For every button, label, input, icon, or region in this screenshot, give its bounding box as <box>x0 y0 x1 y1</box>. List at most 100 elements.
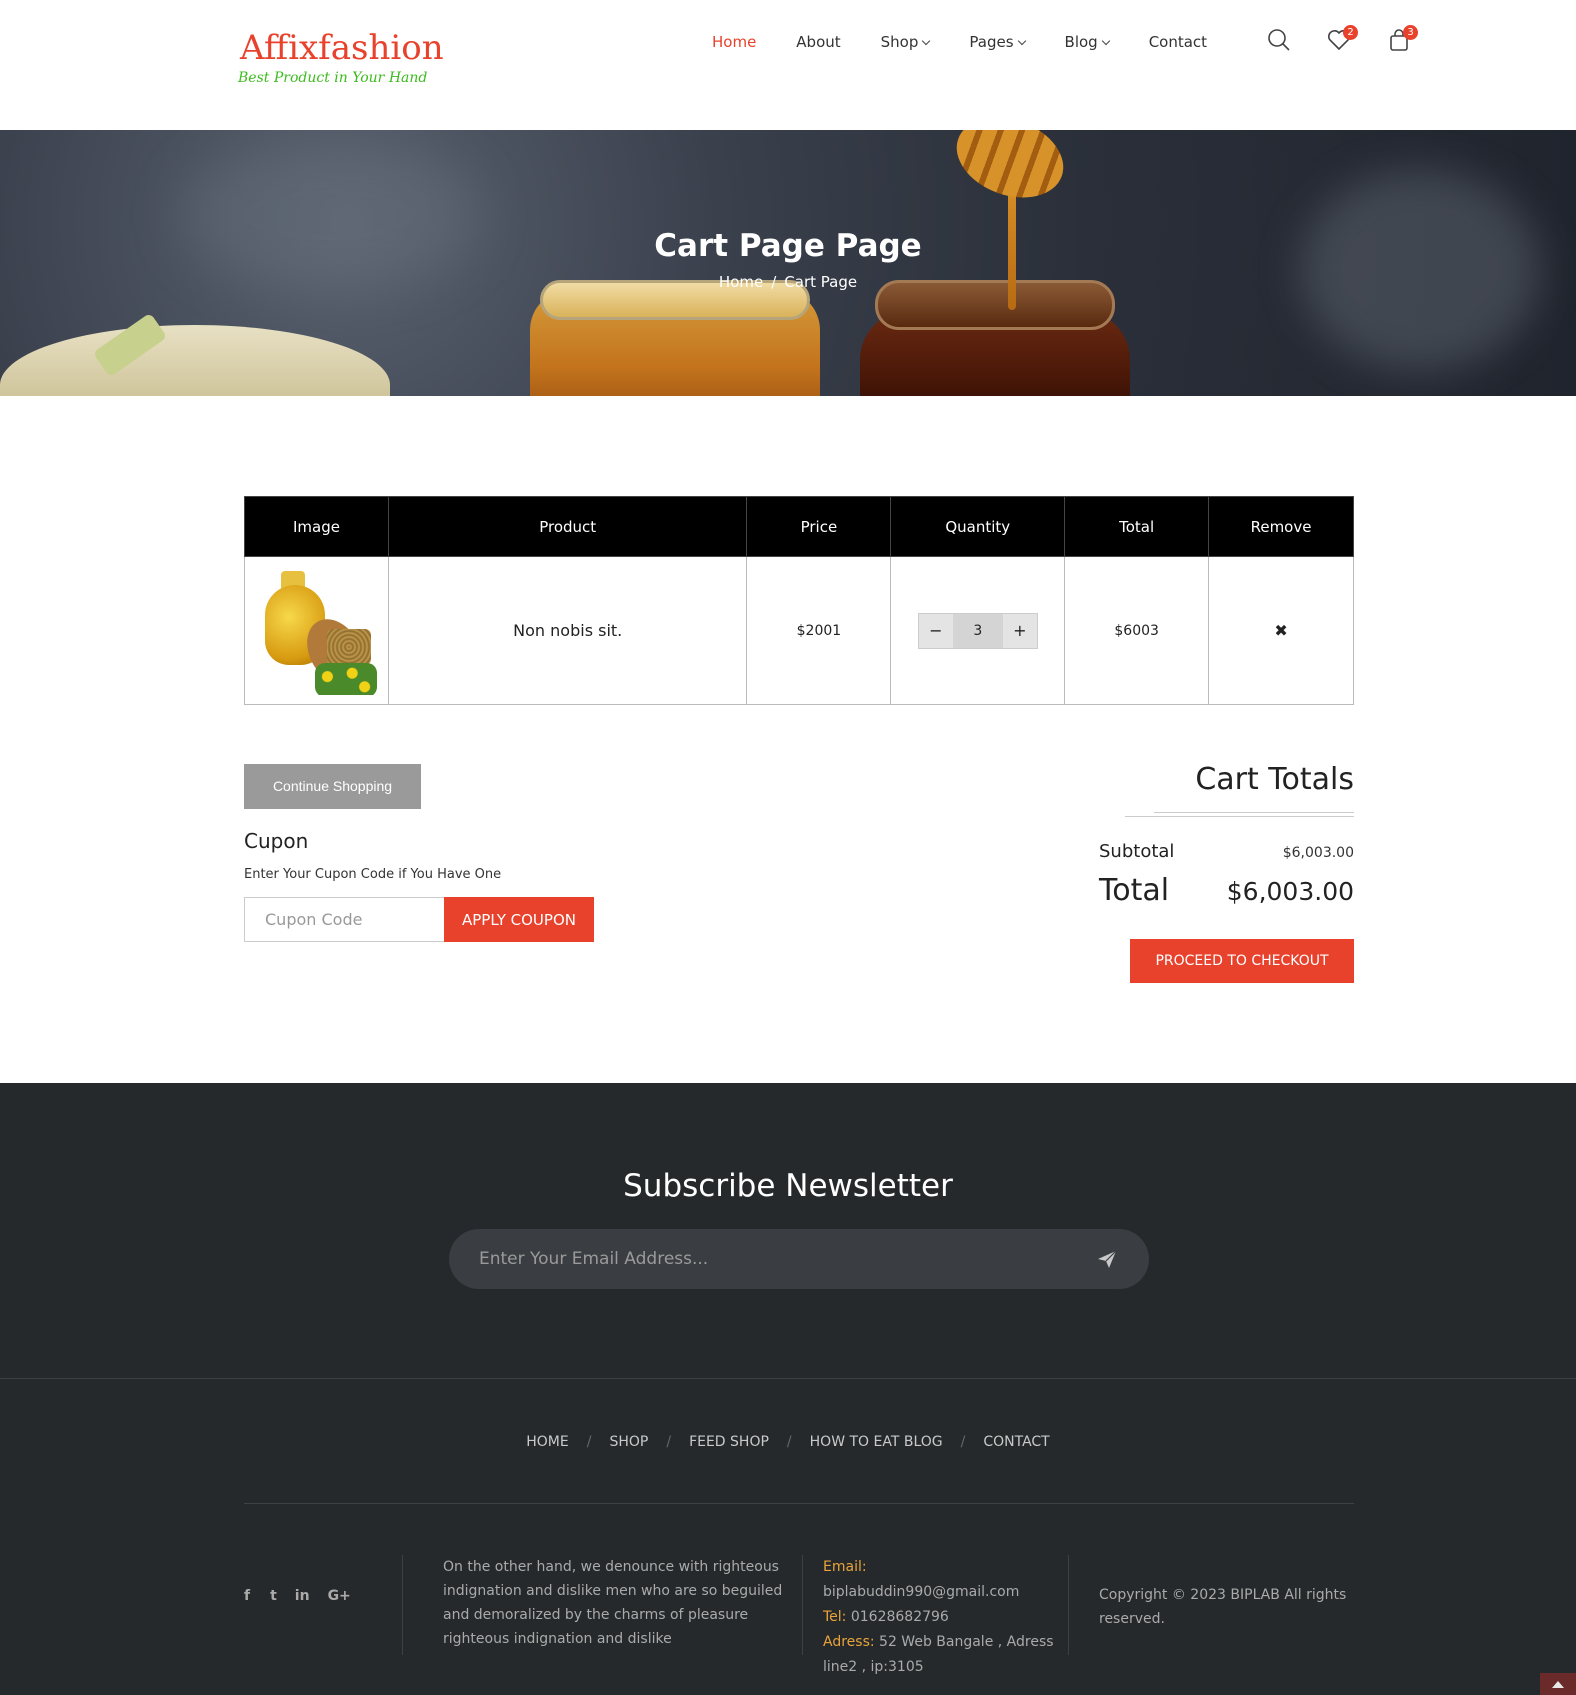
footer-nav-home[interactable]: HOME <box>526 1434 568 1450</box>
quantity-value[interactable]: 3 <box>952 613 1003 648</box>
nav-pages[interactable]: Pages <box>969 30 1026 54</box>
page-title: Cart Page Page <box>654 228 922 264</box>
cell-quantity: − 3 + <box>890 556 1066 705</box>
product-name[interactable]: Non nobis sit. <box>513 621 622 640</box>
table-row: Non nobis sit. $2001 − 3 + $6003 ✖ <box>244 556 1354 705</box>
logo-tagline: Best Product in Your Hand <box>238 70 428 86</box>
footer-about-text: On the other hand, we denounce with righ… <box>443 1559 783 1647</box>
divider <box>1154 812 1354 813</box>
cell-product: Non nobis sit. <box>387 556 748 705</box>
cell-image <box>244 556 389 705</box>
email-label: Email: <box>823 1559 867 1575</box>
breadcrumb-home[interactable]: Home <box>719 273 763 291</box>
cell-remove: ✖ <box>1208 556 1354 705</box>
subtotal-label: Subtotal <box>1099 841 1175 862</box>
newsletter-form <box>449 1229 1149 1289</box>
send-icon[interactable] <box>1095 1247 1119 1271</box>
nav-shop-label: Shop <box>880 33 919 51</box>
coupon-title: Cupon <box>244 829 309 853</box>
logo-main-text: Affixfashion <box>240 28 444 68</box>
cart-table: Image Product Price Quantity Total Remov… <box>244 496 1354 705</box>
nav-home[interactable]: Home <box>712 30 756 54</box>
banner-bokeh <box>1300 170 1540 370</box>
footer-nav-separator: / <box>786 1434 792 1450</box>
footer-nav-separator: / <box>960 1434 966 1450</box>
col-header-total: Total <box>1064 496 1210 557</box>
newsletter-title: Subscribe Newsletter <box>623 1168 953 1204</box>
divider <box>802 1555 803 1655</box>
address-label: Adress: <box>823 1634 875 1650</box>
continue-shopping-button[interactable]: Continue Shopping <box>244 764 421 809</box>
divider <box>244 1503 1354 1504</box>
facebook-icon[interactable]: f <box>244 1588 250 1604</box>
divider <box>1068 1555 1069 1655</box>
col-header-quantity: Quantity <box>890 496 1066 557</box>
col-header-remove: Remove <box>1208 496 1354 557</box>
chevron-down-icon <box>1017 36 1026 46</box>
scroll-to-top-button[interactable] <box>1540 1673 1576 1695</box>
search-icon[interactable] <box>1266 27 1292 53</box>
cart-bag-icon[interactable]: 3 <box>1386 25 1418 53</box>
chevron-down-icon <box>922 36 931 46</box>
copyright-text: Copyright © 2023 BIPLAB All rights reser… <box>1099 1587 1347 1627</box>
main-nav: Home About Shop Pages Blog Contact <box>712 30 1207 54</box>
footer-nav-shop[interactable]: SHOP <box>609 1434 648 1450</box>
tel-label: Tel: <box>823 1609 847 1625</box>
col-header-image: Image <box>244 496 389 557</box>
total-value: $6,003.00 <box>1226 877 1354 906</box>
col-header-product: Product <box>387 496 748 557</box>
wishlist-heart-icon[interactable]: 2 <box>1326 25 1358 53</box>
chevron-down-icon <box>1101 36 1110 46</box>
honeycomb-image <box>0 325 390 396</box>
col-header-price: Price <box>746 496 892 557</box>
footer-contact-info: Email: biplabuddin990@gmail.com Tel: 016… <box>823 1555 1063 1680</box>
coupon-description: Enter Your Cupon Code if You Have One <box>244 867 502 882</box>
site-footer: Subscribe Newsletter HOME / SHOP / FEED SHOP… <box>0 1083 1576 1695</box>
quantity-decrease-button[interactable]: − <box>918 613 953 648</box>
nav-shop[interactable]: Shop <box>880 30 931 54</box>
mustard-seeds <box>327 628 372 665</box>
tel-value[interactable]: 01628682796 <box>851 1609 949 1625</box>
cart-table-header: Image Product Price Quantity Total Remov… <box>244 496 1354 557</box>
linkedin-icon[interactable]: in <box>295 1588 310 1604</box>
divider <box>1125 816 1354 817</box>
cart-totals-title: Cart Totals <box>1195 762 1354 797</box>
divider <box>0 1378 1576 1379</box>
proceed-to-checkout-button[interactable]: PROCEED TO CHECKOUT <box>1130 939 1354 983</box>
coupon-input[interactable] <box>244 897 445 942</box>
footer-nav-feed-shop[interactable]: FEED SHOP <box>689 1434 769 1450</box>
footer-nav-separator: / <box>666 1434 672 1450</box>
footer-nav-how-to-eat-blog[interactable]: HOW TO EAT BLOG <box>810 1434 943 1450</box>
nav-pages-label: Pages <box>969 33 1014 51</box>
footer-nav: HOME / SHOP / FEED SHOP / HOW TO EAT BLOG / CONT… <box>0 1434 1576 1450</box>
nav-blog-label: Blog <box>1064 33 1098 51</box>
cell-total: $6003 <box>1064 556 1210 705</box>
page-banner: Cart Page Page Home / Cart Page <box>0 130 1576 396</box>
mustard-flowers <box>315 662 378 695</box>
footer-nav-contact[interactable]: CONTACT <box>983 1434 1049 1450</box>
quantity-increase-button[interactable]: + <box>1002 613 1037 648</box>
breadcrumb-current: Cart Page <box>784 273 858 291</box>
breadcrumb-separator: / <box>771 273 777 291</box>
banner-bokeh <box>180 140 480 290</box>
cart-count-badge: 3 <box>1403 25 1418 40</box>
quantity-stepper: − 3 + <box>917 612 1038 649</box>
subtotal-value: $6,003.00 <box>1282 845 1354 861</box>
apply-coupon-button[interactable]: APPLY COUPON <box>444 897 594 942</box>
remove-icon[interactable]: ✖ <box>1274 621 1287 640</box>
newsletter-email-input[interactable] <box>479 1229 1039 1289</box>
nav-contact[interactable]: Contact <box>1149 30 1207 54</box>
divider <box>402 1555 403 1655</box>
social-links: f t in G+ <box>244 1588 351 1604</box>
product-thumbnail[interactable] <box>255 566 378 695</box>
google-plus-icon[interactable]: G+ <box>328 1588 351 1604</box>
email-value[interactable]: biplabuddin990@gmail.com <box>823 1584 1019 1600</box>
nav-blog[interactable]: Blog <box>1064 30 1110 54</box>
logo[interactable]: Affixfashion Best Product in Your Hand <box>238 28 444 86</box>
footer-nav-separator: / <box>586 1434 592 1450</box>
breadcrumb: Home / Cart Page <box>0 273 1576 291</box>
twitter-icon[interactable]: t <box>270 1588 277 1604</box>
wishlist-count-badge: 2 <box>1343 25 1358 40</box>
cell-price: $2001 <box>746 556 892 705</box>
nav-about[interactable]: About <box>796 30 840 54</box>
